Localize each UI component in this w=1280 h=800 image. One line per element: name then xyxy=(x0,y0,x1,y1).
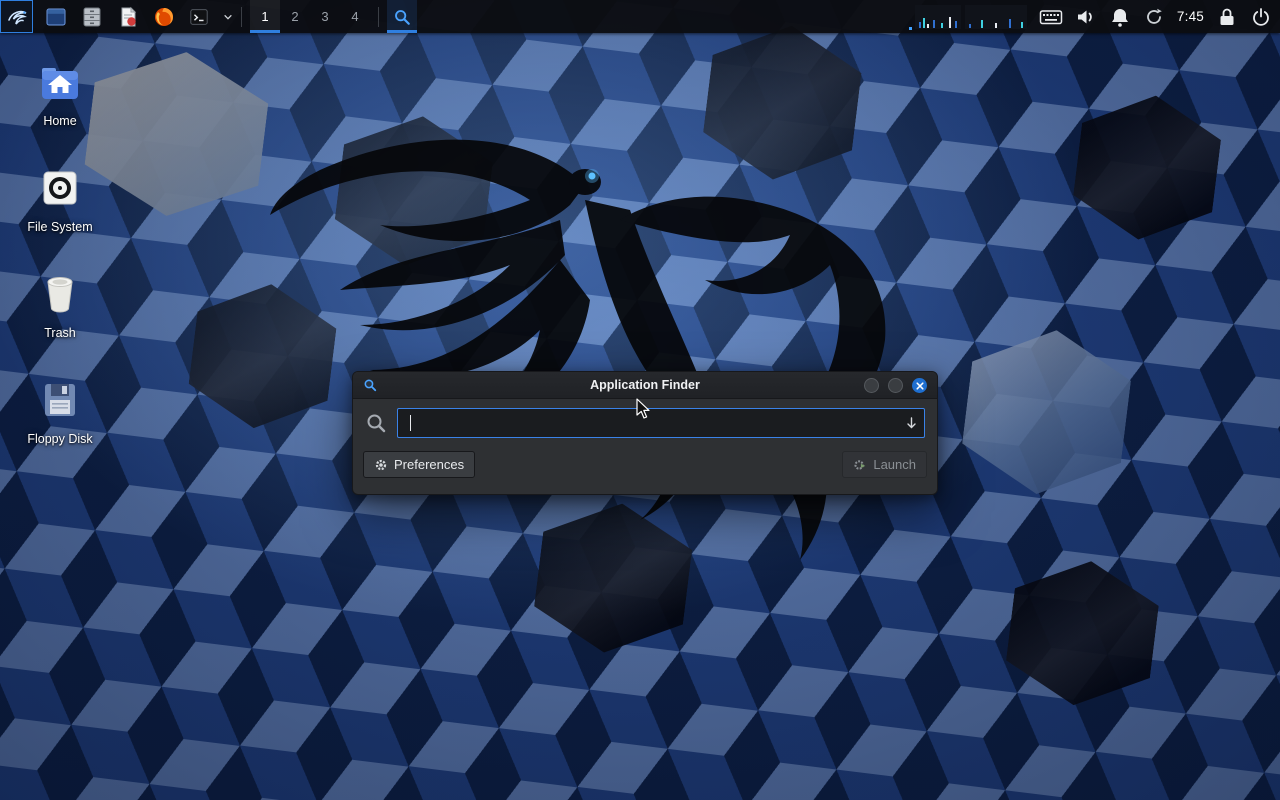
panel-separator xyxy=(241,7,242,27)
wallpaper-cube xyxy=(1002,552,1164,714)
launch-label: Launch xyxy=(873,457,916,472)
text-editor-icon xyxy=(117,6,139,28)
text-editor-launcher[interactable] xyxy=(117,0,139,33)
workspace-label: 4 xyxy=(351,9,358,24)
minimize-button[interactable] xyxy=(864,378,879,393)
logout-power-icon[interactable] xyxy=(1250,6,1272,28)
close-button[interactable] xyxy=(912,378,927,393)
home-folder-icon xyxy=(38,60,82,104)
window-icon xyxy=(45,6,67,28)
desktop-icon-floppy-disk[interactable]: Floppy Disk xyxy=(0,378,120,448)
magnifier-icon xyxy=(393,8,411,26)
notifications-bell-icon[interactable] xyxy=(1109,6,1131,28)
workspace-label: 1 xyxy=(261,9,268,24)
workspace-button-1[interactable]: 1 xyxy=(250,0,280,33)
window-app-icon xyxy=(363,378,377,392)
lock-icon[interactable] xyxy=(1216,6,1238,28)
system-monitor-graph[interactable] xyxy=(909,4,1027,30)
wallpaper-cube xyxy=(1069,87,1226,248)
file-cabinet-icon xyxy=(81,6,103,28)
gear-icon xyxy=(374,458,388,472)
text-caret xyxy=(410,415,411,431)
workspace-label: 2 xyxy=(291,9,298,24)
desktop-icon-trash[interactable]: Trash xyxy=(0,272,120,342)
preferences-button[interactable]: Preferences xyxy=(363,451,475,478)
wallpaper-cube xyxy=(957,321,1136,504)
launch-button[interactable]: Launch xyxy=(842,451,927,478)
desktop-icon-label: Home xyxy=(43,114,76,128)
desktop-icon-label: File System xyxy=(27,220,92,234)
panel-clock[interactable]: 7:45 xyxy=(1177,9,1204,24)
terminal-icon xyxy=(189,7,209,27)
search-icon xyxy=(365,412,387,434)
search-input[interactable] xyxy=(397,408,925,438)
floppy-disk-icon xyxy=(38,378,82,422)
application-finder-window: Application Finder xyxy=(352,371,938,495)
workspace-button-2[interactable]: 2 xyxy=(280,0,310,33)
desktop-icon-label: Floppy Disk xyxy=(27,432,92,446)
application-finder-taskbar-button[interactable] xyxy=(387,0,417,33)
desktop-icon-file-system[interactable]: File System xyxy=(0,166,120,236)
chevron-down-icon xyxy=(223,12,233,22)
file-system-drive-icon xyxy=(38,166,82,210)
panel-separator xyxy=(378,7,379,27)
firefox-icon xyxy=(153,6,175,28)
file-manager-launcher[interactable] xyxy=(81,0,103,33)
applications-menu-button[interactable] xyxy=(0,0,33,33)
history-dropdown-arrow-icon[interactable] xyxy=(905,416,918,435)
workspace-label: 3 xyxy=(321,9,328,24)
workspace-button-4[interactable]: 4 xyxy=(340,0,370,33)
terminal-dropdown-button[interactable] xyxy=(223,0,233,33)
kali-dragon-logo xyxy=(230,90,930,590)
trash-can-icon xyxy=(38,272,82,316)
desktop: Home File System Trash Floppy Disk xyxy=(0,0,1280,800)
window-title: Application Finder xyxy=(353,378,937,392)
workspace-button-3[interactable]: 3 xyxy=(310,0,340,33)
titlebar[interactable]: Application Finder xyxy=(353,372,937,399)
launch-icon xyxy=(853,458,867,472)
close-icon xyxy=(916,382,924,390)
preferences-label: Preferences xyxy=(394,457,464,472)
show-desktop-button[interactable] xyxy=(45,0,67,33)
mouse-cursor xyxy=(636,398,652,420)
terminal-launcher[interactable] xyxy=(189,0,209,33)
kali-logo-icon xyxy=(5,5,29,29)
top-panel: 1 2 3 4 xyxy=(0,0,1280,33)
desktop-icon-label: Trash xyxy=(44,326,76,340)
firefox-launcher[interactable] xyxy=(153,0,175,33)
software-update-icon[interactable] xyxy=(1143,6,1165,28)
keyboard-layout-icon[interactable] xyxy=(1039,6,1063,28)
volume-icon[interactable] xyxy=(1075,6,1097,28)
maximize-button[interactable] xyxy=(888,378,903,393)
desktop-icon-home[interactable]: Home xyxy=(0,60,120,130)
